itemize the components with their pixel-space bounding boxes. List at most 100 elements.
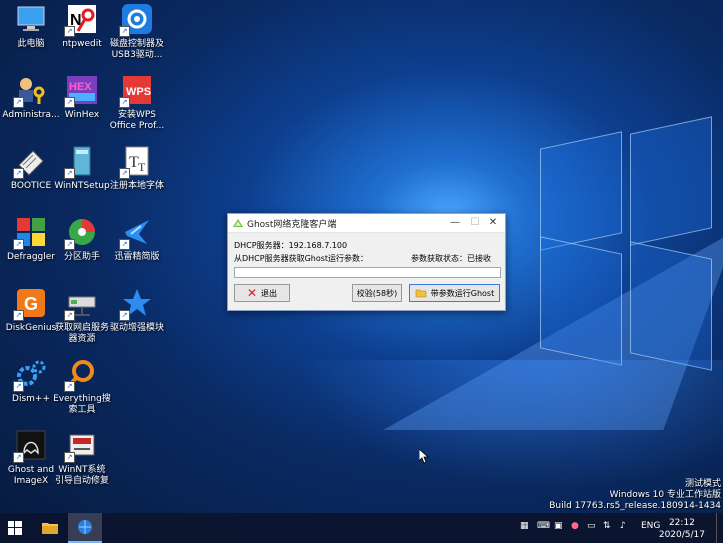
fetch-params-label: 从DHCP服务器获取Ghost运行参数：	[234, 254, 369, 263]
partition-icon: ↗	[64, 216, 98, 250]
shortcut-arrow-icon: ↗	[119, 310, 130, 321]
watermark-line3: Build 17763.rs5_release.180914-1434	[549, 501, 721, 511]
desktop-icon-label: Everything搜	[53, 394, 111, 404]
wallpaper-pane	[540, 131, 622, 251]
admin-keys-icon: ↗	[13, 74, 47, 108]
minimize-button[interactable]: —	[448, 216, 462, 230]
mouse-cursor-icon	[419, 449, 429, 464]
close-button[interactable]: ✕	[486, 216, 500, 230]
desktop-icon-label-line2: Office Prof...	[109, 121, 165, 131]
desktop-icon-label-line2: USB3驱动...	[111, 50, 163, 60]
shortcut-arrow-icon: ↗	[13, 381, 24, 392]
desktop-icon-label-line2: 器资源	[68, 334, 96, 344]
verify-button[interactable]: 校验(58秒)	[352, 284, 402, 302]
shortcut-arrow-icon: ↗	[64, 239, 75, 250]
svg-text:HEX: HEX	[69, 81, 92, 93]
ghost-app-icon	[233, 219, 243, 227]
shortcut-arrow-icon: ↗	[13, 168, 24, 179]
desktop-icon-label-line2: 索工具	[68, 405, 96, 415]
svg-text:G: G	[24, 294, 38, 314]
shortcut-arrow-icon: ↗	[64, 381, 75, 392]
clock-date: 2020/5/17	[658, 530, 705, 540]
status-label: 参数获取状态：已接收	[411, 254, 491, 263]
shortcut-arrow-icon: ↗	[64, 97, 75, 108]
desktop-icon-label-line2: 引导自动修复	[54, 476, 109, 486]
network-globe-icon	[78, 520, 92, 534]
shortcut-arrow-icon: ↗	[119, 26, 130, 37]
ghost-icon: ↗	[13, 429, 47, 463]
desktop-icon-label: 磁盘控制器及	[109, 39, 164, 49]
shortcut-arrow-icon: ↗	[119, 239, 130, 250]
verify-button-label: 校验(58秒)	[356, 288, 398, 298]
start-button[interactable]	[0, 513, 30, 543]
network-drive-icon: ↗	[64, 287, 98, 321]
repair-icon: ↗	[64, 429, 98, 463]
dialog-titlebar[interactable]: Ghost网络克隆客户端 — ☐ ✕	[228, 214, 505, 233]
desktop-icon[interactable]: ↗ WinNT系统 引导自动修复	[50, 429, 114, 487]
everything-search-icon: ↗	[64, 358, 98, 392]
shortcut-arrow-icon: ↗	[64, 26, 75, 37]
desktop-icon-label: 安装WPS	[117, 110, 157, 120]
run-ghost-button[interactable]: 带参数运行Ghost	[409, 284, 500, 302]
shortcut-arrow-icon: ↗	[13, 310, 24, 321]
folder-icon	[415, 289, 427, 298]
tray-display-icon[interactable]: ▭	[587, 521, 596, 531]
shortcut-arrow-icon: ↗	[13, 452, 24, 463]
svg-text:T: T	[138, 160, 146, 174]
test-mode-watermark: 测试模式 Windows 10 专业工作站版 Build 17763.rs5_r…	[549, 479, 721, 512]
desktop-icon-label: 迅雷精简版	[114, 252, 160, 262]
folder-icon	[42, 523, 58, 534]
ghost-client-taskbar-button[interactable]	[68, 513, 102, 543]
system-clock[interactable]: 22:12 2020/5/17	[659, 517, 705, 541]
tray-app-icon[interactable]: ▦	[520, 521, 529, 531]
shortcut-arrow-icon: ↗	[13, 97, 24, 108]
wps-icon: WPS ↗	[119, 74, 153, 108]
defraggler-icon: ↗	[13, 216, 47, 250]
ghost-client-dialog: Ghost网络克隆客户端 — ☐ ✕ DHCP服务器：192.168.7.100…	[227, 213, 506, 311]
desktop-icon[interactable]: T T ↗ 注册本地字体	[105, 145, 169, 192]
tray-network-icon[interactable]: ⇅	[603, 521, 611, 531]
show-desktop-button[interactable]	[716, 513, 723, 543]
shortcut-arrow-icon: ↗	[119, 168, 130, 179]
shortcut-arrow-icon: ↗	[13, 239, 24, 250]
desktop-icon-label: 注册本地字体	[109, 181, 164, 191]
tray-keyboard-icon[interactable]: ⌨	[537, 521, 550, 531]
params-field[interactable]	[234, 267, 501, 278]
dialog-title: Ghost网络克隆客户端	[247, 220, 337, 230]
dism-gear-icon: ↗	[13, 358, 47, 392]
desktop-icon[interactable]: ↗ 迅雷精简版	[105, 216, 169, 263]
dhcp-server-label: DHCP服务器：192.168.7.100	[234, 241, 348, 250]
taskbar: ▦ ⌨ ▣ ● ▭ ⇅ ♪ ENG 22:12 2020/5/17	[0, 513, 723, 543]
watermark-line2: Windows 10 专业工作站版	[609, 490, 721, 500]
desktop-icon-label: 驱动增强模块	[109, 323, 164, 333]
exit-button-label: 退出	[261, 288, 278, 298]
star-icon: ↗	[119, 287, 153, 321]
shortcut-arrow-icon: ↗	[64, 310, 75, 321]
desktop-icon[interactable]: WPS ↗ 安装WPS Office Prof...	[105, 74, 169, 132]
gear-blue-icon: ↗	[119, 3, 153, 37]
shortcut-arrow-icon: ↗	[64, 168, 75, 179]
desktop-icon[interactable]: ↗ 驱动增强模块	[105, 287, 169, 334]
tray-window-icon[interactable]: ▣	[554, 521, 563, 531]
thunder-icon: ↗	[119, 216, 153, 250]
file-explorer-taskbar-button[interactable]	[35, 513, 65, 543]
run-ghost-button-label: 带参数运行Ghost	[430, 288, 495, 298]
winntsetup-icon: ↗	[64, 145, 98, 179]
ntpwedit-icon: N ↗	[64, 3, 98, 37]
wallpaper-pane	[630, 241, 712, 371]
watermark-line1: 测试模式	[684, 479, 721, 489]
bootice-icon: ↗	[13, 145, 47, 179]
winhex-icon: HEX ↗	[64, 74, 98, 108]
font-icon: T T ↗	[119, 145, 153, 179]
desktop-icon-label: WinNT系统	[58, 465, 106, 475]
windows-logo-icon	[8, 521, 22, 535]
maximize-button[interactable]: ☐	[468, 216, 482, 230]
input-language[interactable]: ENG	[641, 521, 660, 531]
wallpaper-glow	[300, 360, 723, 490]
desktop-icon[interactable]: ↗ Everything搜 索工具	[50, 358, 114, 416]
shortcut-arrow-icon: ↗	[64, 452, 75, 463]
exit-button[interactable]: ✕ 退出	[234, 284, 290, 302]
volume-icon[interactable]: ♪	[620, 521, 626, 531]
tray-record-icon[interactable]: ●	[571, 521, 579, 531]
desktop-icon[interactable]: ↗ 磁盘控制器及 USB3驱动...	[105, 3, 169, 61]
